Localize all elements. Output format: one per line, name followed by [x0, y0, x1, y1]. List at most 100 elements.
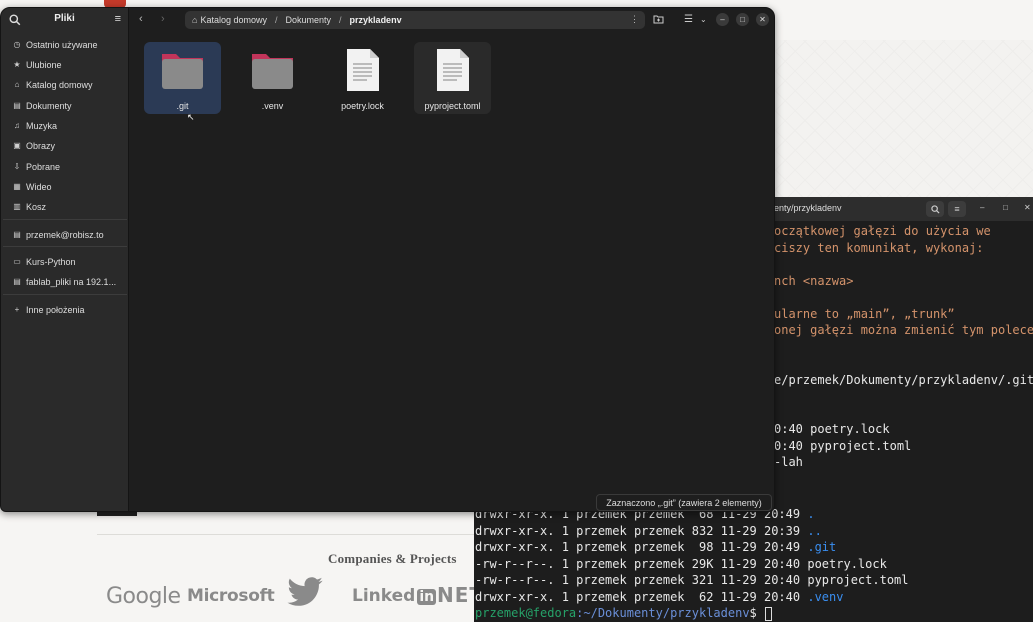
sidebar-header: Pliki ≡ [1, 8, 128, 32]
breadcrumb-current[interactable]: przykladenv [350, 15, 402, 25]
ls-row: drwxr-xr-x. 1 przemek przemek 832 11-29 … [475, 523, 822, 539]
ls-meta: drwxr-xr-x. 1 przemek przemek 62 11-29 2… [475, 589, 808, 604]
home-icon: ⌂ [192, 15, 198, 25]
terminal-line: ularne to „main”, „trunk” [774, 306, 955, 321]
sidebar-item-network[interactable]: ▤ przemek@robisz.to [1, 225, 128, 244]
sidebar-item-kurs-python[interactable]: ▭ Kurs-Python [1, 252, 128, 271]
folder-icon [252, 54, 293, 89]
ls-filename: .. [807, 523, 822, 538]
breadcrumb[interactable]: ⌂ Katalog domowy / Dokumenty / przyklade… [185, 11, 645, 29]
sidebar-separator [3, 246, 127, 247]
files-window[interactable]: Pliki ≡ ◷ Ostatnio używane ★ Ulubione ⌂ Katal… [0, 7, 775, 512]
file-item[interactable]: .git [144, 42, 221, 114]
file-name: pyproject.toml [424, 101, 481, 111]
folder-icon: ▭ [13, 257, 21, 266]
sidebar-item-label: fablab_pliki na 192.1... [26, 276, 117, 287]
sidebar-item-other-locations[interactable]: + Inne położenia [1, 300, 128, 319]
terminal-title: enty/przykladenv [774, 203, 842, 213]
terminal-close-button[interactable]: ✕ [1024, 203, 1031, 212]
sidebar-item-0[interactable]: ◷ Ostatnio używane [1, 35, 128, 54]
list-view-icon[interactable]: ☰ [684, 14, 693, 25]
terminal-line: 0:40 poetry.lock [774, 422, 890, 436]
ls-filename: pyproject.toml [807, 573, 909, 587]
video-icon: ▦ [13, 182, 21, 191]
google-logo: Google [106, 584, 181, 609]
sidebar-item-label: Obrazy [26, 140, 56, 151]
document-icon: ▤ [13, 101, 21, 110]
breadcrumb-segment-home[interactable]: Katalog domowy [200, 15, 267, 25]
terminal-line: ciszy ten komunikat, wykonaj: [774, 240, 984, 255]
text-cursor [765, 606, 772, 621]
sidebar-item-fablab[interactable]: ▤ fablab_pliki na 192.1... [1, 272, 128, 291]
ls-row: drwxr-xr-x. 1 przemek przemek 62 11-29 2… [475, 589, 843, 605]
picture-icon: ▣ [13, 141, 21, 150]
terminal-minimize-button[interactable]: – [980, 203, 984, 212]
breadcrumb-separator: / [274, 15, 278, 25]
ls-meta: drwxr-xr-x. 1 przemek przemek 98 11-29 2… [475, 540, 808, 554]
file-item[interactable]: .venv [234, 42, 311, 114]
sidebar-item-label: Inne położenia [26, 304, 85, 315]
ls-row: -rw-r--r--. 1 przemek przemek 29K 11-29 … [475, 556, 887, 572]
twitter-bird-icon [287, 577, 323, 606]
sidebar-item-label: przemek@robisz.to [26, 229, 104, 240]
terminal-line: onej gałęzi można zmienić tym polecen [774, 323, 1033, 337]
maximize-button[interactable]: □ [736, 13, 749, 26]
close-button[interactable]: ✕ [756, 13, 769, 26]
file-name: .git [176, 101, 189, 111]
hero-pattern [775, 40, 1033, 210]
sidebar-item-label: Kurs-Python [26, 256, 76, 267]
hamburger-icon: ≡ [954, 204, 960, 214]
sidebar-item-6[interactable]: ⇩ Pobrane [1, 157, 128, 176]
terminal-line: nch <nazwa> [774, 273, 854, 288]
sidebar-item-label: Ostatnio używane [26, 39, 98, 50]
app-title: Pliki [54, 13, 75, 24]
terminal-titlebar[interactable]: enty/przykladenv ≡ – □ ✕ [774, 197, 1033, 221]
sidebar-item-1[interactable]: ★ Ulubione [1, 55, 128, 74]
file-item[interactable]: poetry.lock [324, 42, 401, 114]
network-icon: ▤ [13, 230, 21, 239]
back-icon[interactable]: ‹ [139, 13, 143, 25]
terminal-output-lower[interactable]: drwxr-xr-x. 1 przemek przemek 68 11-29 2… [474, 507, 1033, 622]
sidebar-separator [3, 294, 127, 295]
sidebar-item-4[interactable]: ♫ Muzyka [1, 116, 128, 135]
hamburger-icon[interactable]: ≡ [115, 13, 121, 25]
sidebar-item-3[interactable]: ▤ Dokumenty [1, 96, 128, 115]
terminal-search-button[interactable] [926, 201, 944, 217]
download-icon: ⇩ [13, 162, 21, 171]
file-item[interactable]: pyproject.toml [414, 42, 491, 114]
more-vertical-icon[interactable]: ⋮ [630, 14, 639, 25]
sidebar-item-7[interactable]: ▦ Wideo [1, 177, 128, 196]
home-icon: ⌂ [14, 80, 20, 89]
terminal-menu-button[interactable]: ≡ [948, 201, 966, 217]
sidebar: Pliki ≡ ◷ Ostatnio używane ★ Ulubione ⌂ Katal… [1, 8, 129, 511]
terminal-line: 0:40 pyproject.toml [774, 438, 912, 453]
shell-prompt[interactable]: przemek@fedora:~/Dokumenty/przykladenv$ [475, 605, 772, 621]
terminal-line: -lah [774, 455, 803, 469]
chevron-down-icon[interactable]: ⌄ [700, 15, 707, 24]
clock-icon: ◷ [13, 40, 21, 49]
sidebar-separator [3, 219, 127, 220]
sidebar-item-label: Dokumenty [26, 100, 72, 111]
text-document-icon [437, 49, 469, 91]
linkedin-text: Linked [352, 586, 416, 606]
prompt-path: :~/Dokumenty/przykladenv [576, 606, 750, 620]
sidebar-item-label: Wideo [26, 181, 52, 192]
ls-row: -rw-r--r--. 1 przemek przemek 321 11-29 … [475, 572, 909, 588]
star-icon: ★ [13, 60, 21, 69]
file-name: poetry.lock [341, 101, 384, 111]
prompt-symbol: $ [749, 606, 764, 620]
microsoft-logo: Microsoft [187, 586, 275, 606]
companies-heading: Companies & Projects [328, 551, 457, 566]
minimize-button[interactable]: – [716, 13, 729, 26]
sidebar-item-5[interactable]: ▣ Obrazy [1, 136, 128, 155]
mouse-pointer-icon: ↖ [187, 112, 195, 122]
forward-icon[interactable]: › [161, 13, 165, 25]
breadcrumb-segment-dokumenty[interactable]: Dokumenty [286, 15, 332, 25]
sidebar-item-label: Katalog domowy [26, 79, 93, 90]
linkedin-in: in [417, 589, 437, 605]
terminal-maximize-button[interactable]: □ [1003, 203, 1008, 212]
sidebar-item-8[interactable]: ▥ Kosz [1, 197, 128, 216]
breadcrumb-separator: / [339, 15, 342, 25]
new-folder-icon[interactable] [653, 14, 664, 27]
sidebar-item-2[interactable]: ⌂ Katalog domowy [1, 75, 128, 94]
